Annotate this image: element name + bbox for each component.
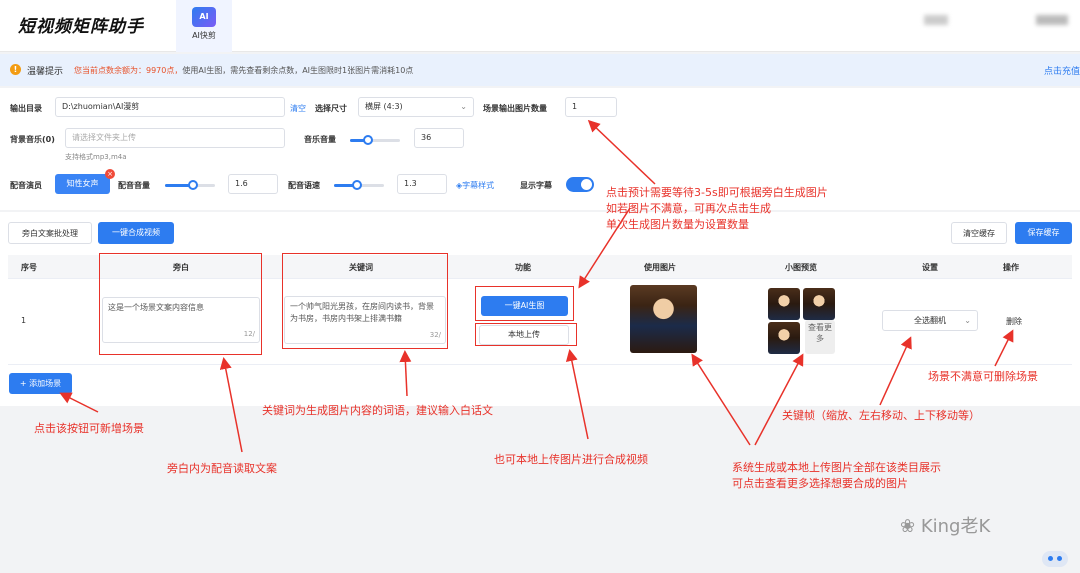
annotation-ai-generate: 点击预计需要等待3-5s即可根据旁白生成图片 如若图片不满意，可再次点击生成 单… bbox=[606, 186, 828, 231]
annotation-keywords: 关键词为生成图片内容的词语，建议输入白话文 bbox=[262, 404, 493, 417]
annotation-keyframe: 关键帧（缩放、左右移动、上下移动等） bbox=[782, 409, 980, 422]
annotation-narration: 旁白内为配音读取文案 bbox=[167, 462, 277, 475]
annotation-upload: 也可本地上传图片进行合成视频 bbox=[494, 453, 648, 466]
assistant-robot-icon[interactable] bbox=[1042, 551, 1068, 567]
annotation-preview: 系统生成或本地上传图片全部在该类目展示 可点击查看更多选择想要合成的图片 bbox=[732, 461, 941, 490]
annotation-add-scene: 点击该按钮可新增场景 bbox=[34, 422, 144, 435]
wechat-icon: ❀ bbox=[900, 516, 921, 537]
watermark: ❀ King老K bbox=[900, 516, 991, 537]
annotation-delete: 场景不满意可删除场景 bbox=[928, 370, 1038, 383]
